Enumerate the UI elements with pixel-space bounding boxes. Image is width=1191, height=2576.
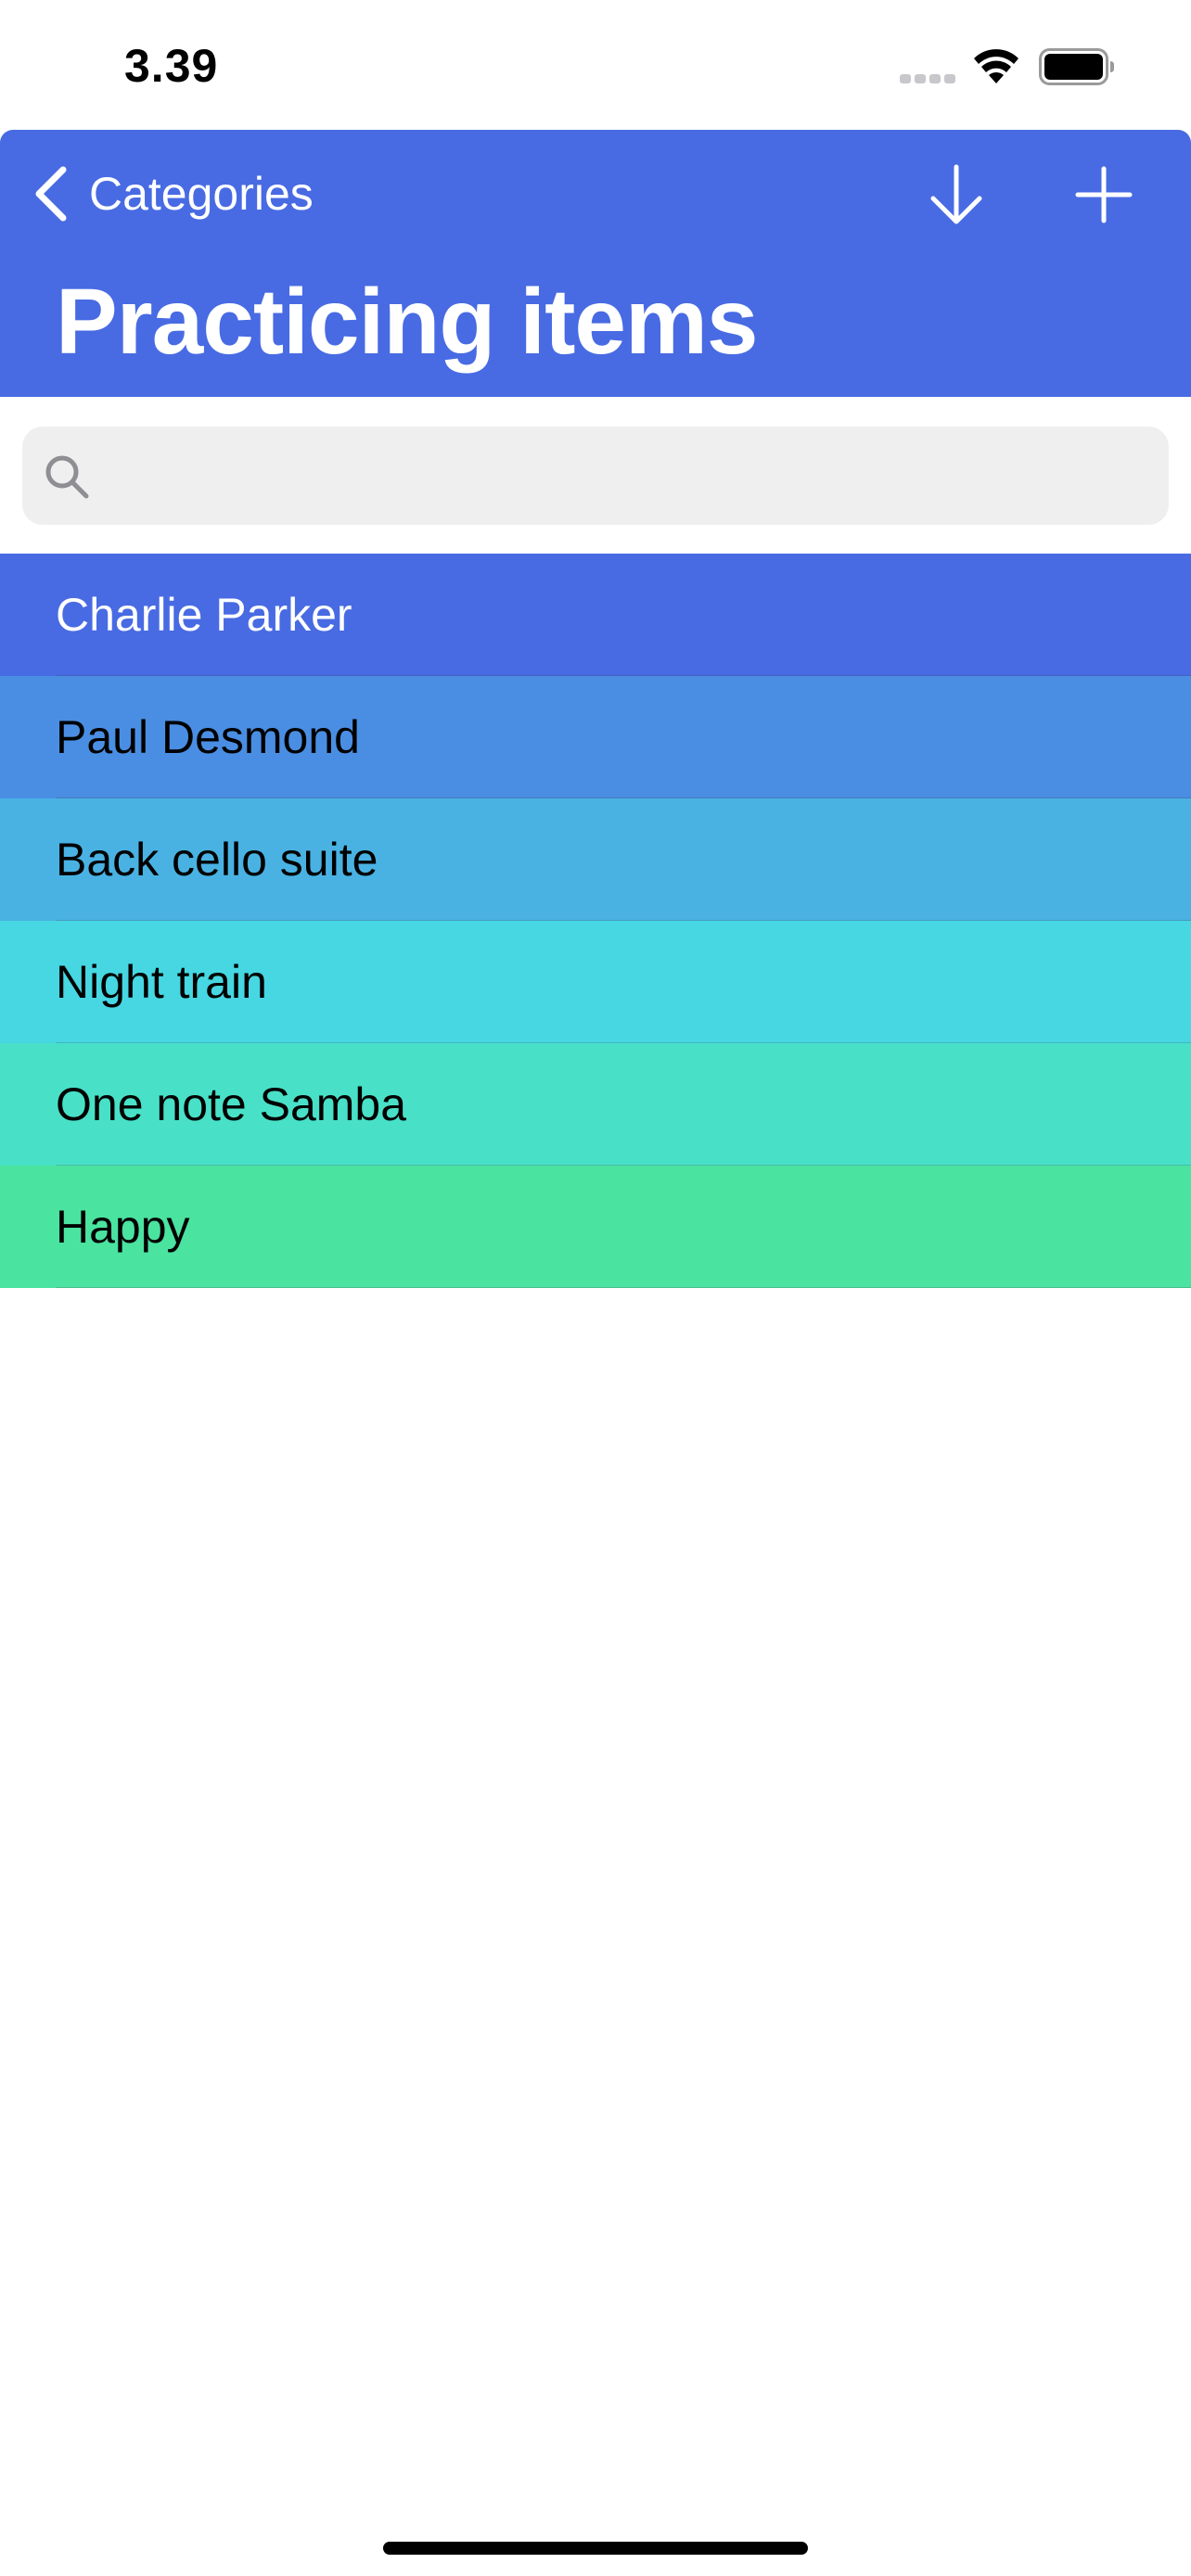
search-input[interactable] [106, 427, 1148, 527]
list-item-label: One note Samba [56, 1078, 407, 1130]
list-item-charlie-parker[interactable]: Charlie Parker [0, 554, 1191, 676]
row-separator [56, 1287, 1191, 1288]
plus-icon[interactable] [1074, 161, 1133, 228]
cellular-signal-icon [900, 74, 955, 83]
chevron-left-icon [35, 166, 67, 222]
search-field[interactable] [22, 427, 1169, 527]
list-item-one-note-samba[interactable]: One note Samba [0, 1043, 1191, 1166]
list-item-night-train[interactable]: Night train [0, 921, 1191, 1043]
list-item-label: Night train [56, 956, 267, 1008]
wifi-icon [974, 49, 1018, 83]
page-title: Practicing items [56, 270, 759, 374]
back-button[interactable]: Categories [33, 161, 314, 226]
home-indicator[interactable] [383, 2542, 808, 2555]
list-item-back-cello-suite[interactable]: Back cello suite [0, 798, 1191, 921]
list-item-label: Happy [56, 1201, 190, 1253]
status-bar: 3.39 [0, 0, 1191, 130]
back-button-label: Categories [89, 168, 314, 220]
list-item-happy[interactable]: Happy [0, 1166, 1191, 1288]
practicing-items-screen: 3.39 Categories Practicing items Charlie… [0, 0, 1191, 2576]
list-item-label: Charlie Parker [56, 589, 352, 641]
navigation-header: Categories Practicing items [0, 130, 1191, 397]
list-item-label: Back cello suite [56, 834, 378, 886]
arrow-down-icon[interactable] [924, 161, 989, 228]
search-icon [45, 455, 89, 499]
status-time: 3.39 [124, 40, 219, 92]
list-item-label: Paul Desmond [56, 711, 360, 763]
battery-icon [1039, 48, 1114, 85]
list-item-paul-desmond[interactable]: Paul Desmond [0, 676, 1191, 798]
practicing-items-list: Charlie Parker Paul Desmond Back cello s… [0, 554, 1191, 1288]
